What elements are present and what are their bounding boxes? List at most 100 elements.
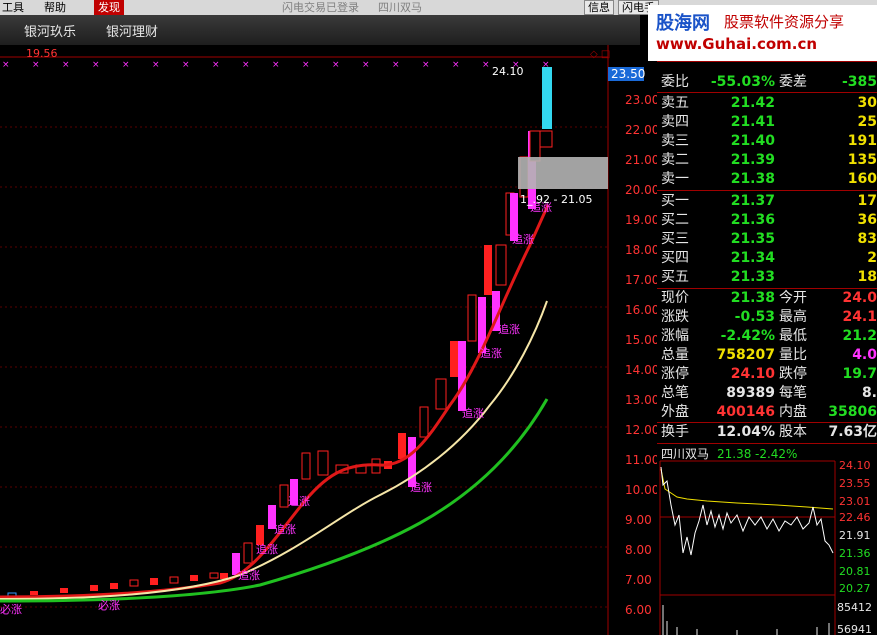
svg-text:22.46: 22.46	[839, 511, 871, 524]
box-range-label: 1_.92 - 21.05	[520, 193, 592, 206]
menu-tools[interactable]: 工具	[2, 0, 24, 15]
svg-text:17.00: 17.00	[625, 273, 657, 287]
svg-text:7.00: 7.00	[625, 573, 652, 587]
login-status: 闪电交易已登录	[282, 1, 359, 14]
svg-text:23.00: 23.00	[625, 93, 657, 107]
svg-text:×: ×	[392, 60, 400, 70]
minute-axis: 24.10 23.55 23.01 22.46 21.91 21.36 20.8…	[837, 459, 872, 635]
svg-text:23.01: 23.01	[839, 495, 871, 508]
svg-text:22.00: 22.00	[625, 123, 657, 137]
current-price-tag: 23.50	[611, 67, 645, 81]
svg-text:15.00: 15.00	[625, 333, 657, 347]
svg-text:19.00: 19.00	[625, 213, 657, 227]
svg-text:24.10: 24.10	[839, 459, 871, 472]
minute-chart[interactable]: 四川双马 21.38 -2.42% 24.10 23.55 23.01 22.4…	[657, 445, 877, 635]
signal-bz-2: 必涨	[98, 599, 120, 612]
svg-text:12.00: 12.00	[625, 423, 657, 437]
svg-text:×: ×	[32, 60, 40, 70]
top-left-price: 19.56	[26, 47, 58, 60]
svg-text:×: ×	[2, 60, 10, 70]
svg-text:×: ×	[362, 60, 370, 70]
watermark-slogan: 股票软件资源分享	[724, 13, 845, 31]
svg-text:6.00: 6.00	[625, 603, 652, 617]
signal-zt: 追涨	[480, 346, 502, 360]
svg-text:×: ×	[242, 60, 250, 70]
ask-row[interactable]: 卖一 21.38 160	[661, 170, 877, 189]
signal-bz-1: 必涨	[0, 603, 22, 616]
minute-volume-bars	[662, 605, 830, 635]
svg-text:×: ×	[422, 60, 430, 70]
svg-text:×: ×	[92, 60, 100, 70]
bid-row[interactable]: 买二 21.36 36	[661, 211, 877, 230]
bid-row[interactable]: 买三 21.35 83	[661, 230, 877, 249]
svg-text:16.00: 16.00	[625, 303, 657, 317]
toolbar-item-yinhe-licai[interactable]: 银河理财	[106, 21, 158, 40]
signal-zt: 追涨	[274, 522, 296, 536]
menu-discover[interactable]: 发现	[94, 0, 124, 15]
svg-text:21.36: 21.36	[839, 547, 871, 560]
svg-text:10.00: 10.00	[625, 483, 657, 497]
stat-row-change: 涨跌 -0.53 最高 24.1	[661, 309, 877, 325]
svg-text:×: ×	[332, 60, 340, 70]
signal-zt: 追涨	[256, 542, 278, 556]
minute-stock-name: 四川双马	[661, 447, 709, 461]
svg-text:11.00: 11.00	[625, 453, 657, 467]
weibi-row: 委比 -55.03% 委差 -385	[661, 74, 877, 90]
watermark-brand: 股海网	[656, 13, 710, 34]
signal-zt: 追涨	[288, 494, 310, 508]
svg-text:8.00: 8.00	[625, 543, 652, 557]
svg-text:13.00: 13.00	[625, 393, 657, 407]
info-button[interactable]: 信息	[584, 0, 614, 15]
watermark-url: www.Guhai.com.cn	[656, 35, 818, 53]
svg-text:×: ×	[302, 60, 310, 70]
svg-text:×: ×	[212, 60, 220, 70]
bid-row[interactable]: 买一 21.37 17	[661, 192, 877, 211]
svg-text:×: ×	[452, 60, 460, 70]
signal-zt: 追涨	[238, 568, 260, 582]
svg-text:20.00: 20.00	[625, 183, 657, 197]
svg-text:85412: 85412	[837, 601, 872, 614]
bid-row[interactable]: 买四 21.34 2	[661, 249, 877, 268]
stat-row-pct: 涨幅 -2.42% 最低 21.2	[661, 328, 877, 344]
ma-green-line	[0, 398, 549, 603]
kline-chart[interactable]: × × × × × × × × × × × × × × × × × × × ◇ □	[0, 45, 657, 635]
bid-row[interactable]: 买五 21.33 18	[661, 268, 877, 287]
menu-stock-name: 四川双马	[378, 1, 422, 14]
svg-text:×: ×	[62, 60, 70, 70]
svg-text:×: ×	[182, 60, 190, 70]
stat-row-price: 现价 21.38 今开 24.0	[661, 290, 877, 306]
minute-price-line	[660, 466, 834, 556]
stat-row-outer-inner: 外盘 400146 内盘 35806	[661, 404, 877, 420]
stat-row-volume: 总量 758207 量比 4.0	[661, 347, 877, 363]
svg-text:20.27: 20.27	[839, 582, 871, 595]
svg-text:18.00: 18.00	[625, 243, 657, 257]
target-box	[518, 157, 608, 189]
svg-text:21.00: 21.00	[625, 153, 657, 167]
svg-text:21.91: 21.91	[839, 529, 871, 542]
menu-help[interactable]: 帮助	[44, 0, 66, 15]
minute-pct: -2.42%	[755, 447, 797, 461]
price-axis: 23.50 23.00 22.00 21.00 20.00 19.00 18.0…	[608, 67, 657, 617]
minute-price: 21.38	[717, 447, 751, 461]
stat-row-trades: 总笔 89389 每笔 8.	[661, 385, 877, 401]
watermark-logo: 股海网 股票软件资源分享 www.Guhai.com.cn	[648, 5, 877, 61]
ask-row[interactable]: 卖二 21.39 135	[661, 151, 877, 170]
signal-zt: 追涨	[462, 406, 484, 420]
signal-zt: 追涨	[512, 232, 534, 246]
svg-text:◇ □: ◇ □	[590, 49, 610, 60]
signal-labels: 必涨 必涨 追涨 追涨 追涨 追涨 追涨 追涨 追涨 追涨 追涨 追涨	[0, 200, 552, 616]
svg-text:9.00: 9.00	[625, 513, 652, 527]
top-markers: × × × × × × × × × × × × × × × × × × ×	[2, 60, 550, 70]
candles	[7, 67, 553, 598]
svg-text:×: ×	[482, 60, 490, 70]
stat-row-turnover: 换手 12.04% 股本 7.63亿	[661, 424, 877, 440]
svg-text:×: ×	[272, 60, 280, 70]
toolbar-item-yinhe-jiule[interactable]: 银河玖乐	[24, 21, 76, 40]
minute-avg-line	[660, 468, 834, 510]
svg-text:14.00: 14.00	[625, 363, 657, 377]
svg-text:56941: 56941	[837, 623, 872, 635]
svg-text:20.81: 20.81	[839, 565, 871, 578]
ask-row[interactable]: 卖三 21.40 191	[661, 132, 877, 151]
ask-row[interactable]: 卖四 21.41 25	[661, 113, 877, 132]
ask-row[interactable]: 卖五 21.42 30	[661, 94, 877, 113]
